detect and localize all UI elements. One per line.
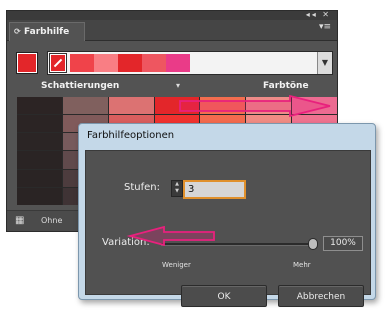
panel-tab-strip: ⟳ Farbhilfe ▾≡ (7, 20, 337, 41)
steps-input[interactable]: 3 (183, 180, 246, 199)
variation-swatch[interactable] (108, 97, 154, 115)
tab-color-guide[interactable]: ⟳ Farbhilfe (9, 22, 85, 41)
shades-header: Schattierungen (41, 81, 120, 91)
set-base-color-icon[interactable] (50, 54, 66, 72)
variation-label: Variation: (102, 237, 150, 248)
step-up-icon[interactable]: ▲ (172, 181, 182, 188)
tints-header: Farbtöne (263, 81, 309, 91)
harmony-rules-bar[interactable]: ▼ (47, 51, 333, 75)
steps-label: Stufen: (124, 182, 160, 193)
panel-menu-icon[interactable]: ▾≡ (319, 22, 331, 32)
variation-swatch[interactable] (246, 97, 292, 115)
variation-swatch[interactable] (17, 151, 62, 169)
base-color-swatch[interactable] (17, 53, 37, 73)
variation-menu-icon[interactable]: ▾ (176, 81, 180, 90)
harmony-color-swatch[interactable] (166, 54, 190, 72)
tab-color-guide-label: Farbhilfe (24, 27, 70, 37)
variation-swatch[interactable] (17, 169, 62, 187)
variation-swatch[interactable] (17, 97, 62, 115)
swatch-library-icon[interactable]: ▦ (15, 215, 24, 226)
dialog-title: Farbhilfeoptionen (87, 130, 175, 141)
color-group-limit-label: Ohne (41, 216, 63, 225)
harmony-color-swatch[interactable] (118, 54, 142, 72)
variation-slider-thumb[interactable] (308, 238, 318, 250)
harmony-color-swatch[interactable] (70, 54, 94, 72)
variation-percent-field[interactable]: 100% (323, 236, 363, 251)
more-label: Mehr (293, 261, 311, 269)
cancel-button[interactable]: Abbrechen (278, 285, 364, 307)
ok-button[interactable]: OK (181, 285, 267, 307)
variation-swatch[interactable] (17, 133, 62, 151)
dialog-body: Stufen: ▲ ▼ 3 Variation: 100% Weniger Me… (85, 150, 371, 307)
color-guide-icon: ⟳ (14, 27, 21, 36)
variation-slider-track[interactable] (161, 243, 311, 246)
harmony-color-swatch[interactable] (142, 54, 166, 72)
panel-title-bar[interactable]: ◂◂ ✕ (7, 10, 337, 20)
variation-swatch[interactable] (200, 97, 246, 115)
harmony-dropdown-icon[interactable]: ▼ (317, 52, 332, 74)
panel-window-controls[interactable]: ◂◂ ✕ (306, 10, 331, 19)
less-label: Weniger (162, 261, 191, 269)
variation-swatch[interactable] (292, 97, 337, 115)
harmony-color-swatch[interactable] (94, 54, 118, 72)
steps-stepper[interactable]: ▲ ▼ (171, 180, 183, 197)
color-guide-options-dialog: Farbhilfeoptionen Stufen: ▲ ▼ 3 Variatio… (78, 123, 376, 307)
variation-swatch[interactable] (17, 187, 62, 205)
variation-swatch[interactable] (154, 97, 200, 115)
step-down-icon[interactable]: ▼ (172, 188, 182, 195)
variation-swatch[interactable] (62, 97, 108, 115)
variation-swatch[interactable] (17, 115, 62, 133)
